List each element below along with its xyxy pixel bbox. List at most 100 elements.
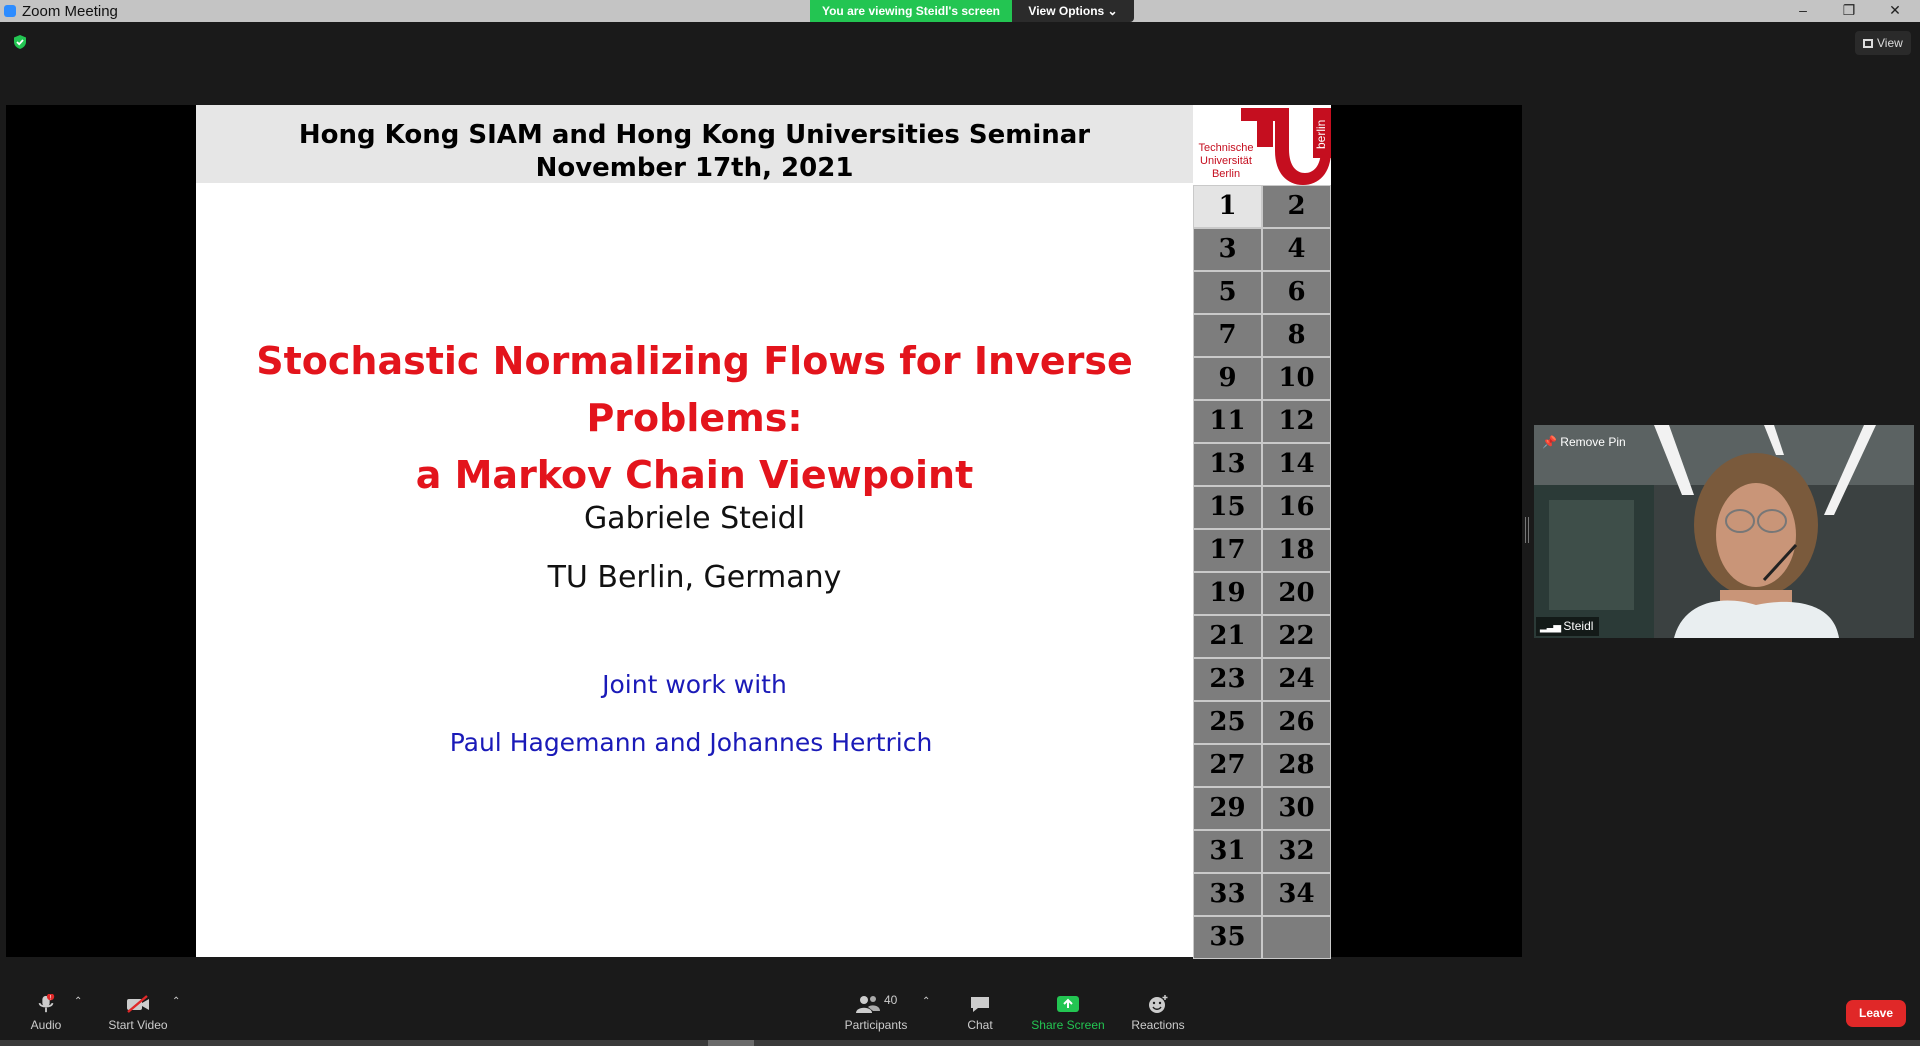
start-video-label: Start Video [108,1018,168,1032]
slide-page-link[interactable]: 10 [1262,357,1331,400]
security-shield-icon[interactable] [12,34,28,50]
panel-resize-handle[interactable] [1525,517,1529,543]
slide-page-link[interactable]: 35 [1193,916,1262,959]
signal-strength-icon: ▂▃▅ [1540,622,1561,633]
slide-page-link[interactable]: 31 [1193,830,1262,873]
slide-joint-work-label: Joint work with [602,670,787,699]
slide-navigation-panel: berlin Technische Universität Berlin 123… [1193,105,1331,959]
slide-page-link[interactable]: 9 [1193,357,1262,400]
slide-page-link[interactable]: 20 [1262,572,1331,615]
view-label: View [1877,36,1903,50]
presentation-slide: Hong Kong SIAM and Hong Kong Universitie… [196,105,1196,957]
minimize-button[interactable]: – [1780,0,1826,22]
slide-author: Gabriele Steidl [583,501,806,536]
audio-warning-badge: ! [50,994,52,1001]
participant-name: Steidl [1563,619,1594,633]
meeting-toolbar: ! Audio ⌃ Start Video ⌃ 40 Participants … [0,976,1920,1046]
zoom-logo-icon [4,5,16,17]
participants-button[interactable]: 40 Participants [840,976,912,1046]
slide-page-empty [1262,916,1331,959]
view-options-button[interactable]: View Options ⌄ [1012,0,1134,22]
close-button[interactable]: ✕ [1872,0,1918,22]
share-screen-icon [1057,996,1079,1012]
reactions-button[interactable]: Reactions [1128,976,1188,1046]
slide-affiliation: TU Berlin, Germany [547,560,842,595]
slide-page-link[interactable]: 2 [1262,185,1331,228]
video-off-icon [127,995,149,1013]
audio-options-caret-icon[interactable]: ⌃ [74,996,82,1007]
slide-page-link[interactable]: 12 [1262,400,1331,443]
chat-label: Chat [967,1018,993,1032]
logo-text-line2: Universität [1200,155,1252,167]
slide-page-link[interactable]: 18 [1262,529,1331,572]
audio-button[interactable]: ! Audio [22,976,70,1046]
tu-logo-text: Technische Universität Berlin [1195,142,1257,181]
slide-page-link[interactable]: 11 [1193,400,1262,443]
slide-page-link[interactable]: 14 [1262,443,1331,486]
slide-page-link[interactable]: 19 [1193,572,1262,615]
slide-page-link[interactable]: 15 [1193,486,1262,529]
logo-side-text: berlin [1314,120,1328,149]
share-screen-button[interactable]: Share Screen [1030,976,1106,1046]
chat-bubble-icon [971,997,989,1012]
slide-page-link[interactable]: 29 [1193,787,1262,830]
slide-page-link[interactable]: 25 [1193,701,1262,744]
slide-page-link[interactable]: 22 [1262,615,1331,658]
participants-options-caret-icon[interactable]: ⌃ [922,996,930,1007]
slide-header-line2: November 17th, 2021 [535,153,854,183]
slide-page-link[interactable]: 17 [1193,529,1262,572]
bottom-scroll-strip [0,1040,1920,1046]
slide-page-link[interactable]: 26 [1262,701,1331,744]
participants-count: 40 [883,993,898,1007]
logo-text-line3: Berlin [1211,168,1241,180]
window-title: Zoom Meeting [22,3,118,20]
slide-page-link[interactable]: 30 [1262,787,1331,830]
slide-page-link[interactable]: 13 [1193,443,1262,486]
slide-header-line1: Hong Kong SIAM and Hong Kong Universitie… [298,120,1091,150]
meeting-stage: View Hong Kong SIAM and Hong Kong Univer… [0,22,1920,976]
viewing-screen-banner: You are viewing Steidl's screen [810,0,1012,22]
slide-coauthors: Paul Hagemann and Johannes Hertrich [449,728,933,757]
slide-page-link[interactable]: 1 [1193,185,1262,228]
pin-icon: 📌 [1542,435,1557,449]
slide-header: Hong Kong SIAM and Hong Kong Universitie… [196,105,1193,183]
slide-page-link[interactable]: 27 [1193,744,1262,787]
tu-berlin-logo: berlin Technische Universität Berlin [1193,105,1331,185]
view-layout-button[interactable]: View [1855,31,1911,55]
slide-page-link[interactable]: 5 [1193,271,1262,314]
slide-page-link[interactable]: 33 [1193,873,1262,916]
participant-name-tag: ▂▃▅ Steidl [1536,617,1600,636]
bottom-scroll-thumb[interactable] [708,1040,754,1046]
participant-video-tile[interactable]: 📌 Remove Pin ▂▃▅ Steidl [1534,425,1914,638]
start-video-button[interactable]: Start Video [106,976,170,1046]
slide-page-link[interactable]: 4 [1262,228,1331,271]
share-screen-label: Share Screen [1031,1018,1105,1032]
shared-screen[interactable]: Hong Kong SIAM and Hong Kong Universitie… [6,105,1522,959]
leave-meeting-button[interactable]: Leave [1846,1000,1906,1027]
video-options-caret-icon[interactable]: ⌃ [172,996,180,1007]
slide-page-link[interactable]: 34 [1262,873,1331,916]
slide-page-link[interactable]: 16 [1262,486,1331,529]
participant-video-feed [1534,425,1914,638]
audio-label: Audio [30,1018,62,1032]
participants-icon-group: 40 [846,993,906,1014]
slide-page-link[interactable]: 28 [1262,744,1331,787]
chat-button[interactable]: Chat [956,976,1004,1046]
slide-page-link[interactable]: 23 [1193,658,1262,701]
slide-page-link[interactable]: 6 [1262,271,1331,314]
logo-text-line1: Technische [1198,142,1254,154]
reactions-emoji-icon [1149,995,1168,1013]
slide-page-link[interactable]: 7 [1193,314,1262,357]
slide-page-link[interactable]: 21 [1193,615,1262,658]
window-title-bar: Zoom Meeting You are viewing Steidl's sc… [0,0,1920,22]
reactions-label: Reactions [1131,1018,1185,1032]
slide-page-link[interactable]: 3 [1193,228,1262,271]
grid-view-icon [1863,39,1873,48]
slide-title-line1: Stochastic Normalizing Flows for Inverse… [256,339,1133,440]
slide-page-link[interactable]: 8 [1262,314,1331,357]
participants-label: Participants [844,1018,908,1032]
remove-pin-button[interactable]: 📌 Remove Pin [1542,435,1626,449]
restore-button[interactable]: ❐ [1826,0,1872,22]
slide-page-link[interactable]: 24 [1262,658,1331,701]
slide-page-link[interactable]: 32 [1262,830,1331,873]
